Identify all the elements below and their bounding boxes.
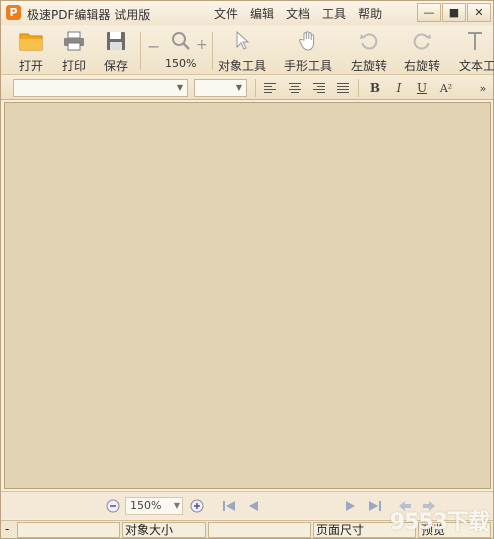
print-label: 打印	[62, 59, 87, 73]
zoom-out-circle-icon[interactable]	[106, 499, 120, 513]
menu-tools[interactable]: 工具	[322, 5, 346, 22]
first-page-icon[interactable]	[222, 499, 236, 513]
align-center-button[interactable]	[285, 79, 305, 97]
hand-tool-label: 手形工具	[284, 59, 333, 73]
format-toolbar: ▼ ▼ B I U A² »	[1, 76, 493, 100]
text-tool-button[interactable]: 文本工	[459, 29, 494, 74]
app-window: P 极速PDF编辑器 试用版 文件 编辑 文档 工具 帮助 — ■ ✕ 打开 打…	[0, 0, 494, 539]
bold-button[interactable]: B	[365, 79, 385, 97]
chevron-down-icon: ▼	[235, 83, 243, 92]
text-tool-label: 文本工	[459, 59, 494, 73]
menu-edit[interactable]: 编辑	[250, 5, 274, 22]
rotate-left-icon	[359, 29, 379, 53]
align-center-icon	[289, 83, 301, 93]
app-logo-icon: P	[6, 5, 21, 20]
font-name-select[interactable]: ▼	[13, 79, 188, 97]
object-tool-label: 对象工具	[218, 59, 267, 73]
align-right-button[interactable]	[309, 79, 329, 97]
format-separator	[358, 79, 359, 97]
open-button[interactable]: 打开	[19, 29, 43, 74]
previous-page-icon[interactable]	[246, 499, 260, 513]
status-cell-2	[17, 522, 120, 538]
menu-bar: 文件 编辑 文档 工具 帮助	[214, 5, 394, 22]
zoom-in-icon: +	[196, 37, 208, 53]
title-bar: P 极速PDF编辑器 试用版 文件 编辑 文档 工具 帮助 — ■ ✕	[1, 1, 493, 25]
open-label: 打开	[19, 59, 44, 73]
zoom-level-value: 150%	[130, 499, 162, 512]
zoom-control[interactable]: 150%	[165, 29, 196, 70]
superscript-button[interactable]: A²	[436, 79, 456, 97]
rotate-right-label: 右旋转	[404, 59, 441, 73]
close-button[interactable]: ✕	[467, 3, 491, 22]
next-page-icon[interactable]	[344, 499, 358, 513]
toolbar-separator	[212, 32, 213, 70]
window-controls: — ■ ✕	[416, 3, 491, 22]
underline-button[interactable]: U	[412, 79, 432, 97]
minimize-button[interactable]: —	[417, 3, 441, 22]
printer-icon	[63, 29, 85, 53]
cursor-arrow-icon	[234, 29, 250, 53]
main-toolbar: 打开 打印 保存 − 150% + 对象工具 手形工具 左旋转 右旋转 文本工	[1, 26, 494, 75]
format-separator	[255, 79, 256, 97]
zoom-level-label: 150%	[165, 57, 197, 70]
rotate-left-button[interactable]: 左旋转	[351, 29, 387, 74]
folder-icon	[19, 29, 43, 53]
align-left-icon	[264, 83, 276, 93]
object-tool-button[interactable]: 对象工具	[218, 29, 266, 74]
hand-tool-button[interactable]: 手形工具	[284, 29, 332, 74]
align-justify-button[interactable]	[333, 79, 353, 97]
zoom-level-select[interactable]: 150% ▼	[125, 497, 183, 515]
text-t-icon	[459, 29, 483, 53]
site-watermark-logo: 9553下载	[389, 510, 490, 535]
save-label: 保存	[104, 59, 129, 73]
chevron-down-icon: ▼	[176, 83, 184, 92]
magnifier-icon	[171, 29, 191, 53]
save-button[interactable]: 保存	[104, 29, 128, 74]
menu-file[interactable]: 文件	[214, 5, 238, 22]
zoom-in-circle-icon[interactable]	[190, 499, 204, 513]
object-size-status: 对象大小	[122, 522, 206, 538]
maximize-button[interactable]: ■	[442, 3, 466, 22]
status-cell-4	[208, 522, 311, 538]
font-size-select[interactable]: ▼	[194, 79, 247, 97]
toolbar-overflow-button[interactable]: »	[475, 79, 491, 97]
align-right-icon	[313, 83, 325, 93]
rotate-right-icon	[412, 29, 432, 53]
italic-button[interactable]: I	[389, 79, 409, 97]
print-button[interactable]: 打印	[62, 29, 86, 74]
zoom-in-button[interactable]: +	[196, 37, 208, 53]
rotate-right-button[interactable]: 右旋转	[404, 29, 440, 74]
chevron-down-icon: ▼	[173, 501, 180, 510]
document-canvas[interactable]	[4, 102, 491, 489]
menu-help[interactable]: 帮助	[358, 5, 382, 22]
toolbar-separator	[140, 32, 141, 70]
menu-document[interactable]: 文档	[286, 5, 310, 22]
zoom-out-button[interactable]: −	[147, 37, 160, 56]
window-title: 极速PDF编辑器 试用版	[27, 8, 151, 22]
status-cell-1: -	[5, 522, 10, 536]
zoom-out-icon: −	[147, 37, 161, 56]
save-icon	[106, 29, 126, 53]
last-page-icon[interactable]	[368, 499, 382, 513]
rotate-left-label: 左旋转	[351, 59, 388, 73]
align-left-button[interactable]	[260, 79, 280, 97]
hand-icon	[299, 29, 317, 53]
align-justify-icon	[337, 83, 349, 93]
